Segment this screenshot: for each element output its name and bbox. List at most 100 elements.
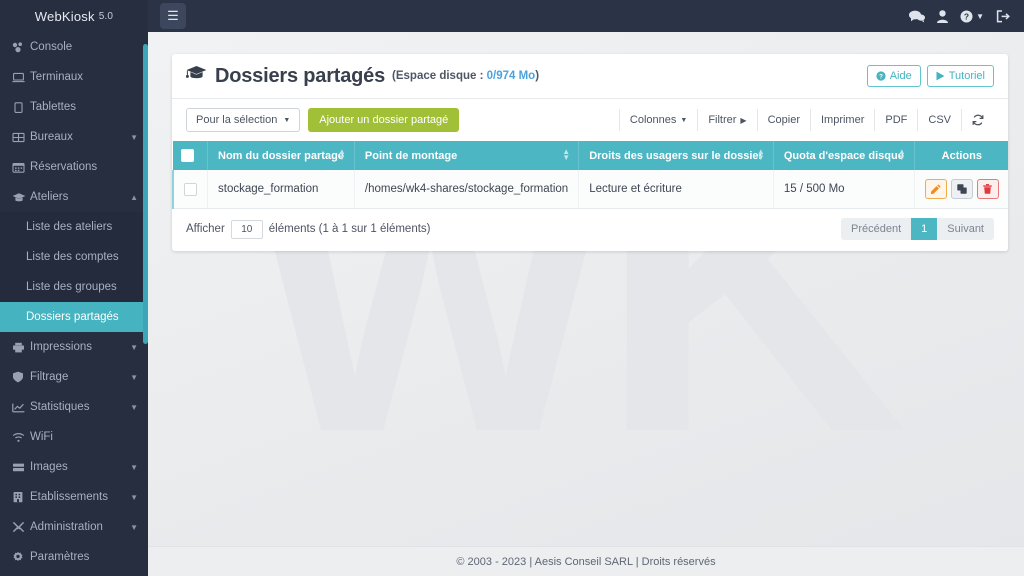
refresh-icon[interactable] — [962, 109, 994, 131]
delete-button[interactable] — [976, 179, 999, 199]
help-icon[interactable]: ? ▼ — [960, 10, 984, 23]
tutorial-button[interactable]: Tutoriel — [926, 65, 994, 87]
column-header-nom[interactable]: Nom du dossier partagé ▲ ▼ — [207, 141, 355, 170]
filter-label: Filtrer — [708, 114, 737, 126]
sidebar-item-console[interactable]: Console — [0, 32, 148, 62]
graduation-cap-icon — [185, 65, 207, 87]
chevron-down-icon: ▼ — [130, 522, 138, 532]
column-header-point-de-montage[interactable]: Point de montage ▲ ▼ — [354, 141, 580, 170]
sidebar-item-liste-des-ateliers[interactable]: Liste des ateliers — [0, 212, 148, 242]
add-button-label: Ajouter un dossier partagé — [319, 114, 449, 126]
page-length-label: Afficher — [186, 223, 225, 235]
sidebar-item-bureaux[interactable]: Bureaux ▼ — [0, 122, 148, 152]
columns-button[interactable]: Colonnes ▼ — [618, 109, 699, 131]
sidebar-item-terminaux[interactable]: Terminaux — [0, 62, 148, 92]
csv-label: CSV — [928, 114, 951, 126]
table-tools: Colonnes ▼ Filtrer ▶ Copier Imprimer PDF — [618, 109, 994, 131]
sidebar-item-label: Impressions — [30, 341, 92, 353]
sidebar-item-wifi[interactable]: WiFi — [0, 422, 148, 452]
select-all-checkbox[interactable] — [181, 149, 194, 162]
graduation-cap-icon — [12, 192, 30, 203]
tools-icon — [12, 521, 30, 533]
row-action-group — [924, 179, 999, 199]
edit-button[interactable] — [924, 179, 947, 199]
pdf-export-button[interactable]: PDF — [875, 109, 919, 131]
select-all-column — [173, 141, 208, 170]
chevron-down-icon: ▼ — [130, 462, 138, 472]
sidebar-subitem-label: Liste des comptes — [26, 251, 119, 263]
sidebar-item-label: Établissements — [30, 491, 108, 503]
sidebar: Console Terminaux Tablettes Bureaux ▼ Ré… — [0, 32, 148, 576]
sidebar-item-etablissements[interactable]: Établissements ▼ — [0, 482, 148, 512]
sidebar-item-label: Statistiques — [30, 401, 90, 413]
pencil-icon — [930, 184, 941, 194]
chat-icon[interactable] — [909, 10, 926, 23]
duplicate-button[interactable] — [950, 179, 973, 199]
gear-icon — [12, 551, 30, 563]
table-footer: Afficher éléments (1 à 1 sur 1 éléments)… — [172, 209, 1008, 251]
sidebar-item-reservations[interactable]: Réservations — [0, 152, 148, 182]
chevron-down-icon: ▼ — [130, 342, 138, 352]
disk-space-info: (Espace disque : 0/974 Mo) — [392, 70, 539, 82]
sidebar-item-filtrage[interactable]: Filtrage ▼ — [0, 362, 148, 392]
bulk-action-dropdown[interactable]: Pour la sélection ▼ — [186, 108, 301, 132]
add-shared-folder-button[interactable]: Ajouter un dossier partagé — [308, 108, 460, 132]
sidebar-item-label: Administration — [30, 521, 103, 533]
shared-folders-table: Nom du dossier partagé ▲ ▼ Point de monta… — [172, 141, 1008, 209]
server-icon — [12, 462, 30, 473]
sidebar-item-dossiers-partages[interactable]: Dossiers partagés — [0, 302, 148, 332]
column-label: Droits des usagers sur le dossier — [589, 149, 763, 162]
logout-icon[interactable] — [996, 9, 1010, 23]
printer-icon — [12, 342, 30, 353]
chevron-right-icon: ▶ — [740, 115, 747, 125]
sidebar-item-statistiques[interactable]: Statistiques ▼ — [0, 392, 148, 422]
table-row[interactable]: stockage_formation /homes/wk4-shares/sto… — [173, 170, 1008, 209]
laptop-icon — [12, 72, 30, 83]
sidebar-item-liste-des-groupes[interactable]: Liste des groupes — [0, 272, 148, 302]
building-icon — [12, 491, 30, 503]
column-header-actions: Actions — [914, 141, 1008, 170]
header-action-buttons: ? Aide Tutoriel — [866, 65, 994, 87]
copy-button[interactable]: Copier — [757, 109, 811, 131]
chevron-down-icon: ▼ — [130, 402, 138, 412]
sidebar-item-label: WiFi — [30, 431, 53, 443]
page-footer: © 2003 - 2023 | Aesis Conseil SARL | Dro… — [148, 546, 1024, 576]
disk-space-value: 0/974 Mo — [486, 70, 536, 82]
filter-button[interactable]: Filtrer ▶ — [698, 109, 758, 131]
help-button-label: Aide — [889, 70, 912, 82]
row-checkbox[interactable] — [184, 182, 197, 196]
user-icon[interactable] — [937, 9, 949, 23]
shared-folders-card: Dossiers partagés (Espace disque : 0/974… — [172, 54, 1008, 251]
sidebar-item-tablettes[interactable]: Tablettes — [0, 92, 148, 122]
disk-space-suffix: ) — [535, 70, 540, 82]
print-button[interactable]: Imprimer — [810, 109, 876, 131]
shield-icon — [12, 371, 30, 383]
top-bar: WebKiosk 5.0 ☰ ? ▼ — [0, 0, 1024, 32]
page-length-input[interactable] — [230, 219, 263, 239]
csv-export-button[interactable]: CSV — [918, 109, 962, 131]
row-select-cell — [173, 170, 208, 209]
sort-icon: ▲ ▼ — [756, 146, 765, 163]
trash-icon — [983, 184, 993, 194]
help-circle-icon: ? — [876, 71, 886, 81]
help-button[interactable]: ? Aide — [866, 65, 921, 87]
sidebar-item-ateliers[interactable]: Ateliers ▲ — [0, 182, 148, 212]
previous-page-button[interactable]: Précédent — [841, 218, 912, 240]
column-header-droits[interactable]: Droits des usagers sur le dossier ▲ ▼ — [578, 141, 774, 170]
sidebar-scrollbar[interactable] — [143, 44, 148, 344]
sidebar-item-parametres[interactable]: Paramètres — [0, 542, 148, 572]
cell-point-de-montage: /homes/wk4-shares/stockage_formation — [354, 170, 580, 209]
sidebar-item-administration[interactable]: Administration ▼ — [0, 512, 148, 542]
copyright-text: © 2003 - 2023 | Aesis Conseil SARL | Dro… — [456, 555, 716, 568]
hamburger-icon[interactable]: ☰ — [160, 3, 186, 29]
cell-nom: stockage_formation — [207, 170, 355, 209]
app-brand[interactable]: WebKiosk 5.0 — [0, 0, 148, 32]
next-page-button[interactable]: Suivant — [937, 218, 994, 240]
sidebar-item-images[interactable]: Images ▼ — [0, 452, 148, 482]
column-header-quota[interactable]: Quota d'espace disque ▲ ▼ — [773, 141, 915, 170]
page-title: Dossiers partagés — [215, 64, 386, 87]
page-number-button[interactable]: 1 — [911, 218, 938, 240]
sidebar-item-liste-des-comptes[interactable]: Liste des comptes — [0, 242, 148, 272]
sidebar-item-impressions[interactable]: Impressions ▼ — [0, 332, 148, 362]
sidebar-subitem-label: Liste des ateliers — [26, 221, 113, 233]
